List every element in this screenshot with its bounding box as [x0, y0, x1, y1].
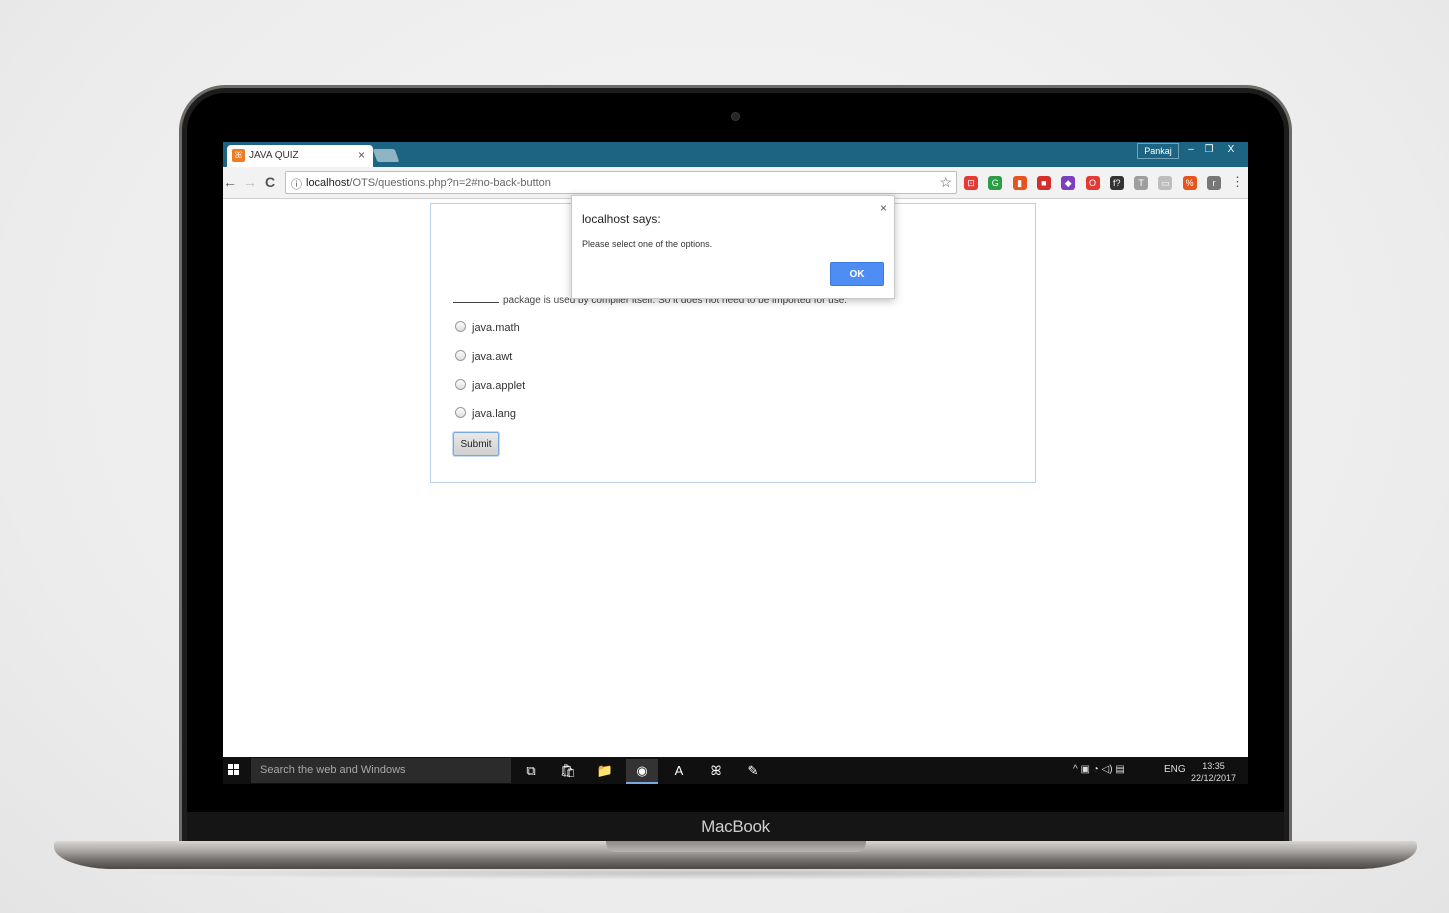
screen: ꕤ JAVA QUIZ × Pankaj – ❐ X ← → C ⓘ local… — [223, 142, 1248, 784]
close-window-icon[interactable]: X — [1221, 143, 1241, 159]
menu-icon[interactable]: ⋮ — [1231, 174, 1244, 190]
alert-dialog: × localhost says: Please select one of t… — [571, 195, 895, 299]
ext-percent-icon[interactable]: % — [1182, 176, 1197, 190]
alert-message: Please select one of the options. — [582, 239, 713, 249]
ext-opera-icon[interactable]: O — [1085, 176, 1100, 190]
task-view-icon[interactable]: ⧉ — [515, 759, 547, 784]
radio-button[interactable] — [455, 407, 466, 418]
close-icon[interactable]: × — [880, 201, 887, 215]
url-host: localhost — [306, 177, 350, 189]
ext-office-icon[interactable]: ▮ — [1012, 176, 1027, 190]
ext-bookmark-icon[interactable]: ■ — [1036, 176, 1051, 190]
alert-title: localhost says: — [582, 212, 661, 226]
chrome-icon[interactable]: ◉ — [626, 759, 658, 784]
clock-date: 22/12/2017 — [1191, 773, 1237, 783]
language-indicator[interactable]: ENG — [1164, 764, 1186, 775]
notepad-plus-icon[interactable]: ✎ — [737, 759, 769, 784]
radio-button[interactable] — [455, 350, 466, 361]
tab-java-quiz[interactable]: ꕤ JAVA QUIZ × — [227, 145, 373, 167]
question-blank — [453, 302, 499, 303]
forward-arrow-icon[interactable]: → — [243, 174, 257, 190]
info-icon[interactable]: ⓘ — [291, 176, 302, 192]
laptop-chin: MacBook — [187, 812, 1284, 842]
radio-button[interactable] — [455, 321, 466, 332]
ext-red-icon[interactable]: ⊡ — [964, 176, 978, 190]
tab-close-icon[interactable]: × — [358, 148, 365, 162]
reload-icon[interactable]: C — [265, 174, 275, 190]
tab-title: JAVA QUIZ — [249, 150, 299, 161]
ext-r-icon[interactable]: r — [1207, 176, 1221, 190]
option-label: java.math — [472, 322, 520, 334]
radio-button[interactable] — [455, 379, 466, 390]
ext-font-icon[interactable]: f? — [1109, 176, 1124, 190]
minimize-icon[interactable]: – — [1181, 143, 1201, 159]
taskbar-search-input[interactable]: Search the web and Windows — [251, 758, 511, 783]
new-tab-button[interactable] — [372, 149, 400, 162]
back-arrow-icon[interactable]: ← — [223, 174, 237, 190]
laptop-notch — [606, 841, 866, 852]
file-explorer-icon[interactable]: 📁 — [589, 759, 621, 784]
browser-titlebar: ꕤ JAVA QUIZ × Pankaj – ❐ X — [223, 142, 1248, 167]
store-icon[interactable]: 🛍 — [552, 759, 584, 784]
brand-label: MacBook — [701, 817, 770, 836]
camera-icon — [731, 112, 740, 121]
clock-time: 13:35 — [1202, 761, 1225, 771]
ext-text-icon[interactable]: T — [1134, 176, 1149, 190]
url-text[interactable]: localhost/OTS/questions.php?n=2#no-back-… — [306, 177, 551, 189]
option-label: java.awt — [472, 351, 513, 363]
system-tray-icons[interactable]: ^ ▣ ◔ ◁) ▤ — [1073, 764, 1125, 775]
taskbar-clock[interactable]: 13:35 22/12/2017 — [1191, 760, 1236, 784]
ext-color-icon[interactable]: ◆ — [1061, 176, 1076, 190]
windows-taskbar: Search the web and Windows ⧉ 🛍 📁 ◉ A ꕤ ✎ ^ ▣ ◔… — [223, 757, 1248, 784]
acrobat-icon[interactable]: A — [663, 759, 695, 784]
bookmark-star-icon[interactable]: ☆ — [939, 174, 952, 191]
xampp-icon[interactable]: ꕤ — [700, 759, 732, 784]
option-label: java.applet — [472, 380, 526, 392]
option-label: java.lang — [472, 408, 517, 420]
xampp-favicon-icon: ꕤ — [232, 149, 245, 162]
address-bar[interactable]: ⓘ localhost/OTS/questions.php?n=2#no-bac… — [285, 171, 957, 194]
ext-calendar-icon[interactable]: ▭ — [1158, 176, 1173, 190]
submit-button[interactable]: Submit — [452, 431, 500, 457]
profile-badge[interactable]: Pankaj — [1137, 143, 1179, 159]
ext-green-icon[interactable]: G — [988, 176, 1003, 190]
restore-icon[interactable]: ❐ — [1199, 143, 1219, 159]
windows-start-icon[interactable] — [228, 764, 240, 776]
ok-button[interactable]: OK — [830, 262, 884, 286]
url-path: /OTS/questions.php?n=2#no-back-button — [349, 177, 551, 189]
